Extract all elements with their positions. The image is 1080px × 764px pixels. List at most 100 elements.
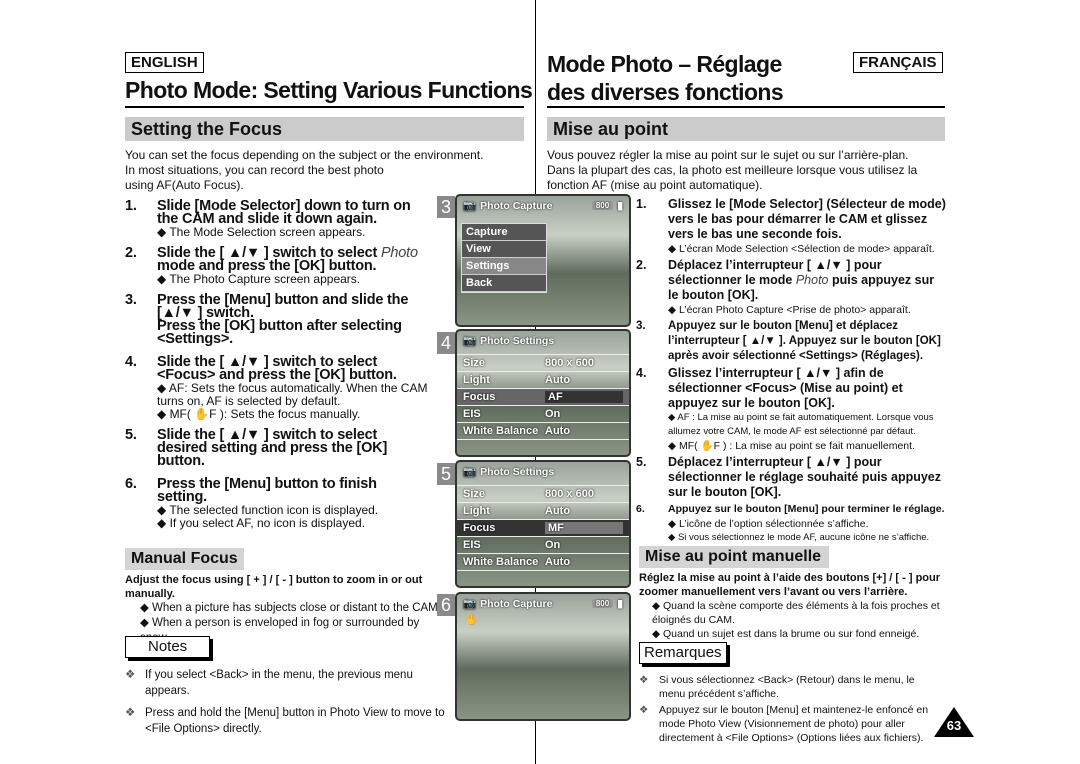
- setting-row-size[interactable]: Size 800 x 600: [457, 486, 629, 503]
- note-bullet-icon: ❖: [639, 674, 649, 686]
- page-title-fr-1: Mode Photo – Réglage: [547, 51, 782, 77]
- setting-row-focus[interactable]: Focus MF: [457, 520, 629, 537]
- setting-row-size[interactable]: Size 800 x 600: [457, 355, 629, 372]
- steps-en: 1. Slide [Mode Selector] down to turn on …: [125, 198, 430, 530]
- title-rule-fr: [547, 106, 945, 108]
- step-5: 5. Slide the [ ▲/▼ ] switch to select des…: [125, 427, 430, 469]
- step-1: 1. Slide [Mode Selector] down to turn on …: [125, 198, 430, 227]
- step-bullet: ◆ MF( ✋F ): Sets the focus manually.: [157, 407, 361, 421]
- intro-line: fonction AF (mise au point automatique).: [547, 178, 763, 192]
- bullet: ◆ When a picture has subjects close or d…: [140, 602, 438, 614]
- step-text: Press the [Menu] button to finish settin…: [157, 476, 377, 505]
- note-text: If you select <Back> in the menu, the pr…: [145, 669, 413, 697]
- setting-label: Focus: [463, 522, 496, 534]
- screen-number: 4: [437, 332, 455, 354]
- note-text: Appuyez sur le bouton [Menu] et maintene…: [659, 704, 929, 744]
- note-item: ❖ Press and hold the [Menu] button in Pho…: [125, 705, 445, 737]
- setting-value: On: [545, 408, 561, 420]
- step-4: 4. Slide the [ ▲/▼ ] switch to select <Fo…: [125, 354, 430, 383]
- step-bullet: ◆ AF : La mise au point se fait automati…: [668, 412, 934, 437]
- setting-value: 800 x 600: [545, 357, 594, 369]
- camera-icon: 📷: [463, 466, 477, 478]
- intro-line: Vous pouvez régler la mise au point sur …: [547, 148, 909, 162]
- screen-number: 5: [437, 463, 455, 485]
- page-title-en: Photo Mode: Setting Various Functions: [125, 77, 533, 103]
- setting-label: Light: [463, 505, 490, 517]
- screen-header: 📷 Photo Settings: [457, 462, 629, 481]
- step-text-part: Press the [OK] button after selecting <S…: [157, 318, 402, 347]
- step-bullet: ◆ L’écran Mode Selection <Sélection de m…: [668, 243, 935, 255]
- manual-focus-text-fr: Réglez la mise au point à l’aide des bou…: [639, 572, 941, 598]
- page-title-fr-2: des diverses fonctions: [547, 79, 784, 105]
- camera-icon: 📷: [463, 335, 477, 347]
- step-text: Appuyez sur le bouton [Menu] et déplacez…: [668, 320, 941, 362]
- screen-photo-capture: 📷 Photo Capture 800 ▮ ✋: [455, 592, 631, 721]
- setting-label: White Balance: [463, 425, 539, 437]
- screen-header: 📷 Photo Capture 800 ▮: [457, 594, 629, 613]
- setting-row-light[interactable]: Light Auto: [457, 372, 629, 389]
- capture-menu: Capture View Settings Back: [461, 223, 547, 293]
- intro-line: You can set the focus depending on the s…: [125, 148, 484, 162]
- step-bullet: ◆ MF( ✋F ) : La mise au point se fait ma…: [668, 440, 915, 452]
- setting-row-focus[interactable]: Focus AF: [457, 389, 629, 406]
- note-bullet-icon: ❖: [125, 707, 136, 719]
- screen-photo-capture-menu: 📷 Photo Capture 800 ▮ Capture View Settings…: [455, 194, 631, 327]
- manual-focus-heading: Manual Focus: [125, 548, 244, 570]
- setting-value: MF: [545, 522, 623, 534]
- screen-header: 📷 Photo Settings: [457, 331, 629, 350]
- battery-icon: ▮: [617, 199, 623, 212]
- setting-value: Auto: [545, 425, 571, 437]
- menu-item-capture[interactable]: Capture: [462, 224, 546, 241]
- setting-value: 800 x 600: [545, 488, 594, 500]
- menu-item-back[interactable]: Back: [462, 275, 546, 292]
- menu-item-settings[interactable]: Settings: [462, 258, 546, 275]
- step-2: 2. Déplacez l’interrupteur [ ▲/▼ ] pour s…: [636, 258, 946, 303]
- setting-label: EIS: [463, 408, 481, 420]
- manual-focus-icon: ✋: [465, 614, 479, 626]
- screen-photo-settings-af: 📷 Photo Settings Size 800 x 600 Light Auto …: [455, 329, 631, 457]
- step-number: 6.: [125, 476, 137, 492]
- screen-header: 📷 Photo Capture 800 ▮: [457, 196, 629, 215]
- step-6: 6. Press the [Menu] button to finish sett…: [125, 476, 430, 505]
- setting-row-white-balance[interactable]: White Balance Auto: [457, 423, 629, 440]
- step-1: 1. Glissez le [Mode Selector] (Sélecteur …: [636, 197, 946, 242]
- step-number: 4.: [636, 366, 647, 380]
- step-text: Déplacez l’interrupteur [ ▲/▼ ] pour sél…: [668, 258, 946, 303]
- manual-focus-heading-fr: Mise au point manuelle: [639, 546, 829, 568]
- setting-label: Focus: [463, 391, 496, 403]
- screen-title: Photo Settings: [480, 465, 555, 478]
- step-text: Slide the [ ▲/▼ ] switch to select desir…: [157, 427, 388, 469]
- setting-row-eis[interactable]: EIS On: [457, 406, 629, 423]
- setting-row-light[interactable]: Light Auto: [457, 503, 629, 520]
- menu-item-view[interactable]: View: [462, 241, 546, 258]
- intro-line: using AF(Auto Focus).: [125, 178, 244, 192]
- step-bullet: ◆ If you select AF, no icon is displayed…: [157, 516, 366, 530]
- step-number: 1.: [125, 198, 137, 214]
- screen-title: Photo Capture: [480, 199, 553, 212]
- notes-label-fr: Remarques: [639, 642, 727, 664]
- setting-row-white-balance[interactable]: White Balance Auto: [457, 554, 629, 571]
- step-number: 5.: [125, 427, 137, 443]
- step-bullet: ◆ AF: Sets the focus automatically. When…: [157, 381, 428, 408]
- step-number: 5.: [636, 455, 647, 469]
- setting-label: Size: [463, 357, 486, 369]
- setting-label: White Balance: [463, 556, 539, 568]
- note-item: ❖ If you select <Back> in the menu, the p…: [125, 667, 445, 699]
- step-italic: Photo: [795, 273, 829, 287]
- resolution-badge: 800: [591, 201, 614, 210]
- step-number: 4.: [125, 354, 137, 370]
- step-number: 2.: [125, 245, 137, 261]
- step-5: 5. Déplacez l’interrupteur [ ▲/▼ ] pour s…: [636, 455, 946, 500]
- setting-label: Light: [463, 374, 490, 386]
- setting-row-eis[interactable]: EIS On: [457, 537, 629, 554]
- intro-line: Dans la plupart des cas, la photo est me…: [547, 163, 918, 177]
- note-bullet-icon: ❖: [125, 669, 136, 681]
- step-text-part: Press the [Menu] button and slide the [▲…: [157, 292, 409, 321]
- step-bullet: ◆ L’icône de l’option sélectionnée s’aff…: [668, 518, 869, 530]
- note-text: Press and hold the [Menu] button in Phot…: [145, 707, 445, 735]
- note-item: ❖ Appuyez sur le bouton [Menu] et mainten…: [639, 703, 939, 745]
- setting-value: Auto: [545, 556, 571, 568]
- manual-focus-bullets-fr: ◆ Quand la scène comporte des éléments à…: [652, 599, 952, 641]
- step-number: 3.: [125, 292, 137, 308]
- steps-fr: 1. Glissez le [Mode Selector] (Sélecteur …: [636, 197, 946, 545]
